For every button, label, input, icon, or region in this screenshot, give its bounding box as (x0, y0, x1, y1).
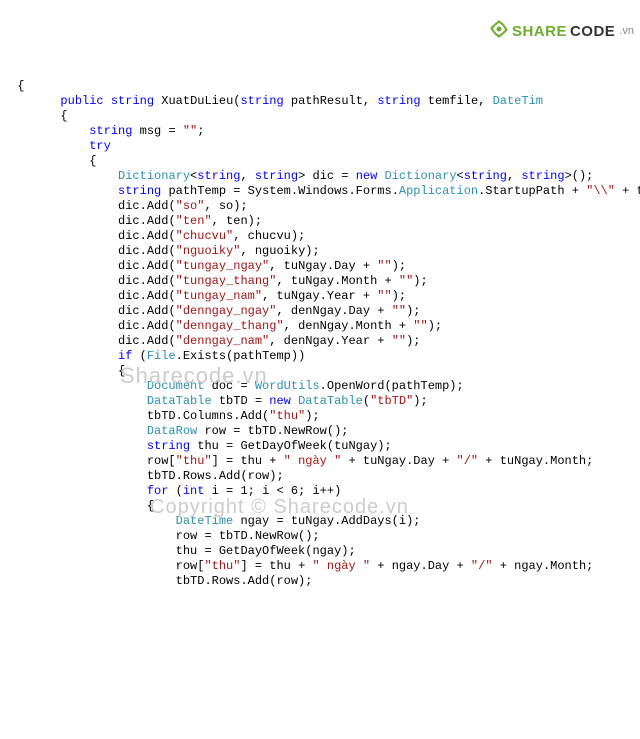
sharecode-logo: SHARECODE .vn (476, 4, 634, 58)
logo-share: SHARE (512, 24, 567, 39)
logo-vn: .vn (619, 24, 634, 39)
recycle-icon (476, 4, 509, 58)
logo-code: CODE (570, 24, 615, 39)
code-block: { public string XuatDuLieu(string pathRe… (0, 60, 640, 589)
